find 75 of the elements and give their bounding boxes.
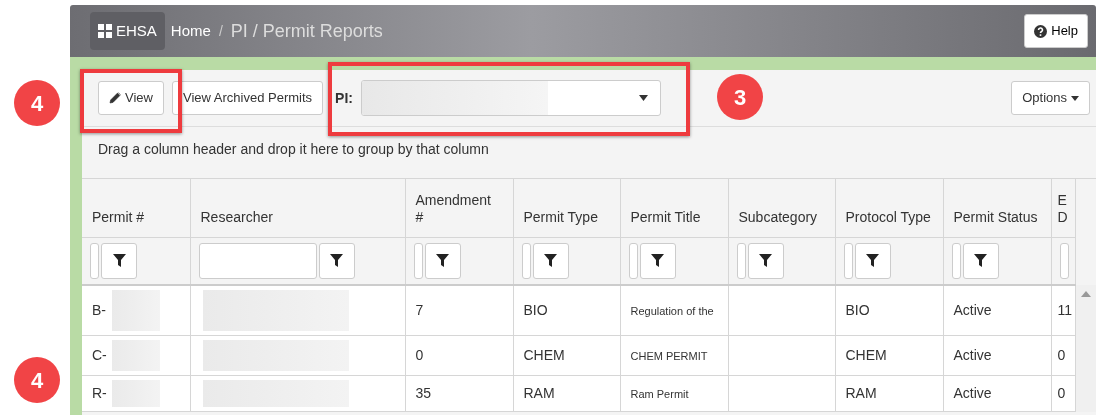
table-cell: 0	[415, 346, 424, 363]
column-header[interactable]: Permit #	[92, 209, 180, 227]
table-cell: Ram Permit	[630, 387, 689, 400]
filter-input[interactable]	[198, 242, 317, 279]
brand-button[interactable]: EHSA	[90, 11, 165, 51]
table-cell: CHEM	[523, 346, 565, 363]
archived-permits-button[interactable]: View Archived Permits	[171, 81, 324, 115]
filter-input[interactable]	[1059, 242, 1069, 279]
filter-input[interactable]	[521, 242, 531, 279]
table-cell: C-	[92, 346, 107, 363]
caret-icon	[1071, 95, 1079, 101]
filter-button[interactable]	[962, 242, 999, 279]
table-cell: Active	[953, 384, 992, 401]
table-cell: B-	[92, 301, 106, 318]
column-header[interactable]: Subcategory	[738, 209, 825, 227]
filter-input[interactable]	[628, 242, 638, 279]
page-title: PI / Permit Reports	[230, 19, 383, 43]
view-button[interactable]: View	[98, 81, 164, 115]
breadcrumb-link[interactable]: Home	[170, 19, 211, 43]
column-header[interactable]: Amendment #	[415, 191, 503, 227]
table-cell: 0	[1057, 384, 1066, 401]
column-header[interactable]: E D	[1057, 191, 1068, 227]
pi-select[interactable]	[360, 80, 661, 116]
table-cell: CHEM	[845, 346, 887, 363]
caret-icon	[638, 95, 648, 101]
column-header[interactable]: Researcher	[200, 209, 395, 227]
table-cell: RAM	[523, 384, 555, 401]
filter-input[interactable]	[413, 242, 423, 279]
filter-icon	[112, 254, 126, 268]
grid-icon	[98, 24, 112, 38]
filter-button[interactable]	[747, 242, 784, 279]
scroll-up-icon	[1080, 291, 1091, 297]
filter-icon	[651, 254, 664, 268]
help-button[interactable]: Help	[1024, 14, 1088, 48]
filter-icon	[974, 254, 987, 268]
filter-input[interactable]	[951, 242, 961, 279]
column-header[interactable]: Permit Title	[630, 209, 718, 227]
filter-button[interactable]	[532, 242, 569, 279]
column-header[interactable]: Permit Type	[523, 209, 610, 227]
filter-button[interactable]	[318, 242, 355, 279]
filter-button[interactable]	[854, 242, 891, 279]
filter-icon	[866, 254, 879, 268]
pi-label: PI:	[335, 88, 353, 108]
table-cell: 0	[1057, 346, 1066, 363]
table-cell: CHEM PERMIT	[630, 349, 708, 362]
table-cell: BIO	[523, 301, 548, 318]
callout-badge: 4	[14, 80, 60, 126]
options-button[interactable]: Options	[1011, 81, 1090, 115]
table-cell: Active	[953, 301, 992, 318]
breadcrumb-separator: /	[218, 21, 223, 41]
filter-button[interactable]	[639, 242, 676, 279]
pencil-icon	[109, 92, 121, 104]
filter-input[interactable]	[736, 242, 746, 279]
help-icon	[1034, 24, 1048, 38]
callout-badge: 4	[14, 357, 60, 403]
table-cell: Active	[953, 346, 992, 363]
group-hint: Drag a column header and drop it here to group by that column	[82, 127, 1096, 179]
filter-button[interactable]	[101, 242, 137, 279]
filter-icon	[759, 254, 772, 268]
table-cell: R-	[92, 384, 107, 401]
table-cell: RAM	[845, 384, 877, 401]
filter-icon	[330, 254, 343, 268]
filter-button[interactable]	[424, 242, 461, 279]
table-cell: 7	[415, 301, 424, 318]
table-cell: Regulation of the	[630, 304, 714, 317]
filter-input[interactable]	[843, 242, 853, 279]
filter-icon	[544, 254, 557, 268]
filter-icon	[436, 254, 449, 268]
column-header[interactable]: Permit Status	[953, 209, 1041, 227]
column-header[interactable]: Protocol Type	[845, 209, 933, 227]
table-cell: 35	[415, 384, 432, 401]
filter-input[interactable]	[90, 242, 99, 279]
scrollbar[interactable]	[1075, 285, 1096, 412]
table-cell: 11	[1057, 301, 1073, 318]
table-cell: BIO	[845, 301, 870, 318]
